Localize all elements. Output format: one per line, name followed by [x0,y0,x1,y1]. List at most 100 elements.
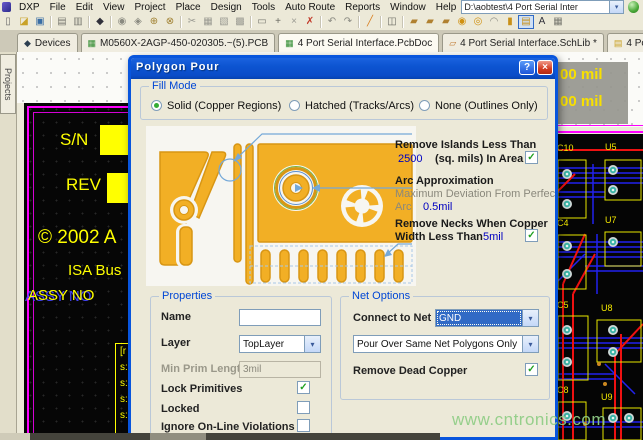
menu-item-design[interactable]: Design [206,2,247,13]
silkscreen-sn-label: S/N [60,130,88,150]
green-orb-icon[interactable] [628,1,639,13]
board-outline-line [555,131,643,133]
pcb-editor-right[interactable]: C10 U5 C4 U7 C5 U8 C8 U9 [555,134,643,440]
menu-item-help[interactable]: Help [431,2,462,13]
undo-icon[interactable]: ↶ [324,15,340,29]
dxp-logo-icon [2,2,11,12]
silkscreen-rev-label: REV [66,175,101,195]
deselect-icon[interactable]: × [286,15,302,29]
toolbar-separator [320,16,322,28]
select-area-icon[interactable]: ▭ [254,15,270,29]
string-icon[interactable]: A [534,15,550,29]
menu-item-file[interactable]: File [45,2,71,13]
tab-label: 4 Port Serial Interface.SchLib * [460,38,597,49]
pcb-doc-icon: ▦ [88,38,97,49]
zoom-selection-icon[interactable]: ◈ [130,15,146,29]
pad-icon[interactable]: ◉ [454,15,470,29]
tab-label: M0560X-2AGP-450-020305.~(5).PCB [100,38,268,49]
fill-icon[interactable]: ▮ [502,15,518,29]
open-file-icon[interactable]: ◪ [16,15,32,29]
projects-panel-tab[interactable]: Projects [0,54,16,114]
layer-stack-icon[interactable]: ◆ [92,15,108,29]
ref-designator: U7 [605,215,617,225]
remove-islands-checkbox[interactable]: ✓ [525,151,538,164]
menu-item-view[interactable]: View [98,2,130,13]
interactive-route-icon[interactable]: ▰ [406,15,422,29]
lock-primitives-checkbox[interactable]: ✓ [297,381,310,394]
help-button[interactable]: ? [519,60,535,75]
menu-item-auto-route[interactable]: Auto Route [280,2,340,13]
route-differential-icon[interactable]: ▰ [422,15,438,29]
menu-item-dxp[interactable]: DXP [14,2,45,13]
toolbar-separator [180,16,182,28]
ref-designator: U8 [601,303,613,313]
toolbar: ▯◪▣▤▥◆◉◈⊕⊗✂▦▧▩▭+×✗↶↷╱◫▰▰▰◉◎◠▮▤A▦ [0,14,643,31]
ignore-violations-checkbox[interactable] [297,419,310,432]
zoom-pointer-icon[interactable]: ⊗ [162,15,178,29]
polygon-pour-icon[interactable]: ▤ [518,15,534,29]
wire-icon[interactable]: ╱ [362,15,378,29]
redo-icon[interactable]: ↷ [340,15,356,29]
chevron-down-icon[interactable]: ▾ [609,1,623,13]
remove-necks-checkbox[interactable]: ✓ [525,229,538,242]
tab-4-port-serial-interface-pcbdoc[interactable]: ▦4 Port Serial Interface.PcbDoc [278,33,439,52]
move-icon[interactable]: + [270,15,286,29]
radio-solid-label[interactable]: Solid (Copper Regions) [167,100,281,112]
print-icon[interactable]: ▤ [54,15,70,29]
find-icon[interactable]: ◫ [384,15,400,29]
devices-icon: ◆ [24,38,31,49]
ref-designator: C8 [557,385,569,395]
save-icon[interactable]: ▣ [32,15,48,29]
tab-4-port-uart-and-line-drivers[interactable]: ▤4 Port UART and Line Drivers. [607,33,643,52]
paste-array-icon[interactable]: ▩ [232,15,248,29]
dialog-titlebar[interactable]: Polygon Pour ? × [128,55,558,79]
tab-m0560x-2agp-450-020305-5-pcb[interactable]: ▦M0560X-2AGP-450-020305.~(5).PCB [81,33,276,52]
name-label: Name [161,311,191,323]
radio-hatched[interactable] [289,100,300,111]
copy-icon[interactable]: ▦ [200,15,216,29]
radio-solid[interactable] [151,100,162,111]
panel-strip: Projects [0,52,17,433]
altium-pcb-editor-window: { "menubar": { "items": ["DXP","File","E… [0,0,643,440]
locked-label: Locked [161,403,200,415]
layer-label: Layer [161,337,190,349]
arc-approximation-label: Arc [395,201,412,213]
zoom-in-icon[interactable]: ⊕ [146,15,162,29]
tab-4-port-serial-interface-schlib[interactable]: ▱4 Port Serial Interface.SchLib * [442,33,604,52]
clear-filter-icon[interactable]: ✗ [302,15,318,29]
arc-approximation-value[interactable]: 0.5mil [423,201,452,213]
board-outline-line [555,125,643,126]
remove-islands-value[interactable]: 2500 [398,153,422,165]
menu-item-edit[interactable]: Edit [71,2,98,13]
radio-none[interactable] [419,100,430,111]
menu-item-tools[interactable]: Tools [247,2,280,13]
menu-item-place[interactable]: Place [171,2,206,13]
tab-devices[interactable]: ◆Devices [17,33,78,52]
ref-designator: U9 [601,392,613,402]
menu-item-window[interactable]: Window [385,2,431,13]
ref-designator: U5 [605,142,617,152]
print-preview-icon[interactable]: ▥ [70,15,86,29]
component-icon[interactable]: ▦ [550,15,566,29]
radio-hatched-label[interactable]: Hatched (Tracks/Arcs) [305,100,414,112]
menu-item-project[interactable]: Project [129,2,170,13]
cut-icon[interactable]: ✂ [184,15,200,29]
document-path-combo[interactable]: D:\aobtest\4 Port Serial Inter ▾ [461,0,624,14]
remove-necks-value[interactable]: 5mil [483,231,503,243]
new-file-icon[interactable]: ▯ [0,15,16,29]
paste-icon[interactable]: ▧ [216,15,232,29]
connect-to-net-combo[interactable]: GND ▾ [435,309,539,327]
name-input[interactable] [239,309,321,326]
route-multi-icon[interactable]: ▰ [438,15,454,29]
pour-over-combo[interactable]: Pour Over Same Net Polygons Only ▾ [353,335,539,353]
radio-none-label[interactable]: None (Outlines Only) [435,100,538,112]
zoom-document-icon[interactable]: ◉ [114,15,130,29]
remove-dead-copper-checkbox[interactable]: ✓ [525,363,538,376]
menu-item-reports[interactable]: Reports [340,2,385,13]
close-button[interactable]: × [537,60,553,75]
ignore-violations-label: Ignore On-Line Violations [161,421,295,433]
via-icon[interactable]: ◎ [470,15,486,29]
layer-combo[interactable]: TopLayer ▾ [239,335,321,353]
locked-checkbox[interactable] [297,401,310,414]
arc-icon[interactable]: ◠ [486,15,502,29]
